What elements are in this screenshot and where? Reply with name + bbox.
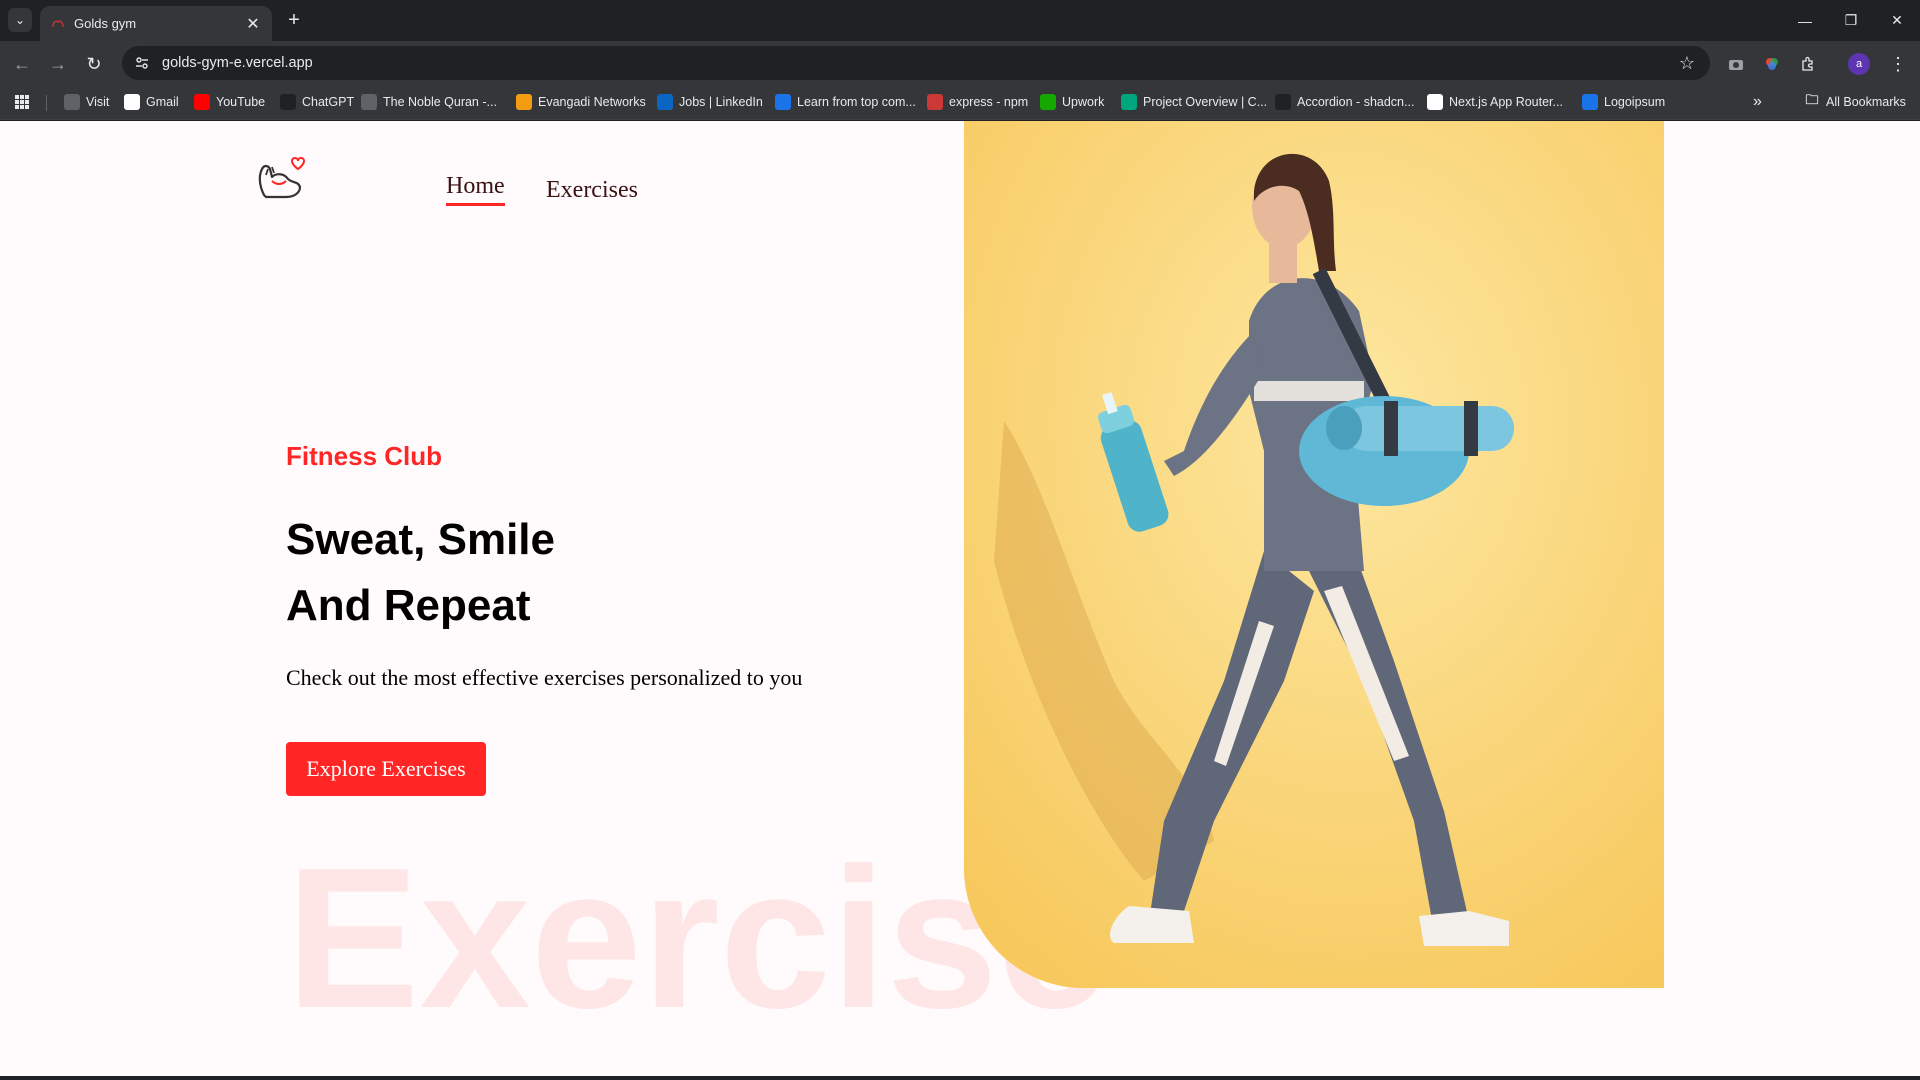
- project-icon: [1121, 94, 1137, 110]
- bookmarks-bar: Visit Gmail YouTube ChatGPT The Noble Quran …: [0, 85, 1920, 120]
- apps-grid-icon[interactable]: [14, 90, 30, 114]
- gym-favicon-icon: [50, 16, 66, 32]
- bookmark-label: Evangadi Networks: [538, 95, 646, 109]
- minimize-button[interactable]: —: [1782, 0, 1828, 41]
- avatar: a: [1848, 53, 1870, 75]
- google-icon: [124, 94, 140, 110]
- bookmark-label: Jobs | LinkedIn: [679, 95, 763, 109]
- hero-headline: Sweat, Smile And Repeat: [286, 507, 555, 639]
- tab-search-button[interactable]: ⌄: [8, 8, 32, 32]
- bookmark-item[interactable]: Gmail: [124, 90, 179, 114]
- screenshot-extension-icon[interactable]: [1722, 50, 1750, 78]
- back-button[interactable]: ←: [8, 50, 36, 78]
- bookmark-item[interactable]: Visit: [64, 90, 109, 114]
- bookmark-label: Project Overview | C...: [1143, 95, 1268, 109]
- browser-toolbar: ← → ↻ golds-gym-e.vercel.app ☆ a ⋮: [0, 41, 1920, 85]
- bookmark-label: The Noble Quran -...: [383, 95, 497, 109]
- quran-icon: [361, 94, 377, 110]
- bookmark-label: Learn from top com...: [797, 95, 916, 109]
- bookmark-label: ChatGPT: [302, 95, 355, 109]
- tab-strip: ⌄ Golds gym ✕ + — ❐ ✕: [0, 0, 1920, 41]
- bookmarks-separator: [46, 95, 47, 111]
- nav-home-link[interactable]: Home: [446, 173, 505, 206]
- headline-line-2: And Repeat: [286, 581, 531, 630]
- profile-avatar[interactable]: a: [1845, 50, 1873, 78]
- more-bookmarks-icon[interactable]: »: [1753, 90, 1762, 114]
- tab-title: Golds gym: [74, 16, 137, 31]
- tab-close-icon[interactable]: ✕: [244, 15, 262, 33]
- learn-icon: [775, 94, 791, 110]
- npm-icon: [927, 94, 943, 110]
- bookmark-item[interactable]: Next.js App Router...: [1427, 90, 1563, 114]
- explore-exercises-button[interactable]: Explore Exercises: [286, 742, 486, 796]
- gym-logo-icon[interactable]: [254, 151, 306, 203]
- window-bottom-edge: [0, 1076, 1920, 1080]
- bookmark-label: Logoipsum: [1604, 95, 1666, 109]
- color-extension-icon[interactable]: [1758, 50, 1786, 78]
- nav-exercises-link[interactable]: Exercises: [546, 177, 638, 204]
- bookmark-label: YouTube: [216, 95, 266, 109]
- forward-button[interactable]: →: [44, 50, 72, 78]
- site-info-icon[interactable]: [128, 49, 156, 77]
- youtube-icon: [194, 94, 210, 110]
- nextjs-icon: [1427, 94, 1443, 110]
- bookmark-label: Visit: [86, 95, 110, 109]
- extensions-puzzle-icon[interactable]: [1794, 50, 1822, 78]
- chatgpt-icon: [280, 94, 296, 110]
- bookmark-item[interactable]: The Noble Quran -...: [361, 90, 497, 114]
- address-bar[interactable]: golds-gym-e.vercel.app ☆: [122, 46, 1710, 80]
- shadcn-icon: [1275, 94, 1291, 110]
- fitness-club-kicker: Fitness Club: [286, 441, 443, 471]
- bookmark-label: express - npm: [949, 95, 1029, 109]
- globe-icon: [64, 94, 80, 110]
- reload-button[interactable]: ↻: [80, 50, 108, 78]
- url-text[interactable]: golds-gym-e.vercel.app: [162, 55, 1672, 71]
- bookmark-item[interactable]: Accordion - shadcn...: [1275, 90, 1414, 114]
- linkedin-icon: [657, 94, 673, 110]
- logoipsum-icon: [1582, 94, 1598, 110]
- bookmark-star-icon[interactable]: ☆: [1672, 48, 1702, 78]
- bookmark-item[interactable]: ChatGPT: [280, 90, 354, 114]
- bookmark-item[interactable]: Learn from top com...: [775, 90, 916, 114]
- active-tab[interactable]: Golds gym ✕: [40, 6, 272, 41]
- bookmark-item[interactable]: Project Overview | C...: [1121, 90, 1267, 114]
- bookmark-item[interactable]: Logoipsum: [1582, 90, 1665, 114]
- bookmark-item[interactable]: YouTube: [194, 90, 265, 114]
- bookmark-item[interactable]: Jobs | LinkedIn: [657, 90, 763, 114]
- upwork-icon: [1040, 94, 1056, 110]
- hero-banner-image: [964, 121, 1664, 988]
- all-bookmarks-button[interactable]: 🗀 All Bookmarks: [1804, 90, 1906, 114]
- all-bookmarks-label: All Bookmarks: [1826, 95, 1906, 109]
- bookmark-item[interactable]: Upwork: [1040, 90, 1104, 114]
- page-viewport: Exercise Home Exercises Fitness Club Swe…: [0, 121, 1920, 1076]
- bookmark-item[interactable]: Evangadi Networks: [516, 90, 646, 114]
- menu-kebab-icon[interactable]: ⋮: [1884, 50, 1912, 78]
- woman-walking-illustration: [964, 121, 1664, 988]
- new-tab-button[interactable]: +: [282, 8, 306, 32]
- close-window-button[interactable]: ✕: [1874, 0, 1920, 41]
- bookmark-label: Upwork: [1062, 95, 1105, 109]
- restore-button[interactable]: ❐: [1828, 0, 1874, 41]
- bookmark-label: Accordion - shadcn...: [1297, 95, 1415, 109]
- bookmark-label: Next.js App Router...: [1449, 95, 1563, 109]
- bookmark-item[interactable]: express - npm: [927, 90, 1028, 114]
- folder-icon: 🗀: [1805, 92, 1819, 107]
- hero-subtext: Check out the most effective exercises p…: [286, 665, 803, 690]
- bookmark-label: Gmail: [146, 95, 179, 109]
- evangadi-icon: [516, 94, 532, 110]
- headline-line-1: Sweat, Smile: [286, 515, 556, 564]
